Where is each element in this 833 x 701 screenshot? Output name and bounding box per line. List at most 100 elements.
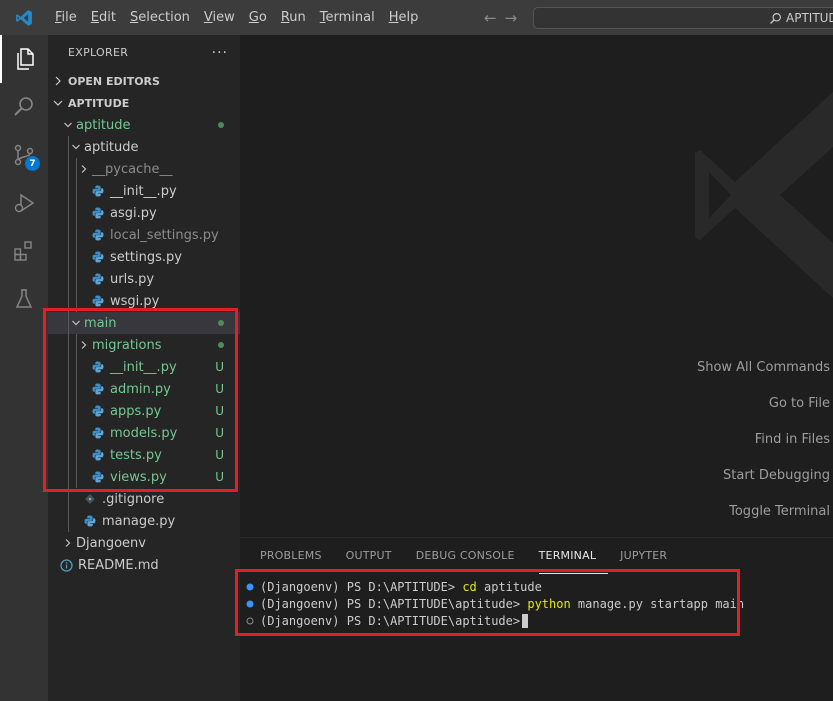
tree-file[interactable]: apps.py U [48, 400, 240, 422]
indent-guide [68, 268, 69, 290]
search-icon[interactable] [0, 83, 48, 131]
tree-folder[interactable]: Djangoenv [48, 532, 240, 554]
menu-view[interactable]: View [197, 0, 242, 35]
git-status-badge: U [215, 360, 224, 374]
terminal-line: (Djangoenv) PS D:\APTITUDE\aptitude> [240, 612, 833, 629]
tree-file[interactable]: urls.py [48, 268, 240, 290]
menu-selection[interactable]: Selection [123, 0, 197, 35]
command-pending-circle-icon[interactable] [240, 617, 260, 625]
shortcut-go-to-file[interactable]: Go to File [697, 396, 830, 432]
chevron-down-icon [68, 136, 84, 158]
tab-jupyter[interactable]: JUPYTER [620, 538, 679, 574]
back-arrow-icon[interactable]: ← [484, 9, 497, 27]
tree-item-label: README.md [78, 557, 159, 573]
tab-debug-console[interactable]: DEBUG CONSOLE [416, 538, 527, 574]
source-control-icon[interactable]: 7 [0, 131, 48, 179]
python-file-icon [84, 510, 102, 532]
info-file-icon [60, 554, 78, 576]
menu-file[interactable]: File [48, 0, 84, 35]
tree-file[interactable]: manage.py [48, 510, 240, 532]
tree-folder[interactable]: migrations [48, 334, 240, 356]
python-file-icon [92, 268, 110, 290]
tree-file[interactable]: settings.py [48, 246, 240, 268]
tree-folder[interactable]: main [48, 312, 240, 334]
indent-guide [68, 466, 69, 488]
indent-guide [76, 224, 77, 246]
bottom-panel: PROBLEMS OUTPUT DEBUG CONSOLE TERMINAL JUPYT… [240, 537, 833, 701]
command-success-dot-icon[interactable] [240, 600, 260, 608]
tree-item-label: local_settings.py [110, 227, 219, 243]
tree-file[interactable]: wsgi.py [48, 290, 240, 312]
modified-dot-icon [218, 342, 224, 348]
shortcut-start-debugging[interactable]: Start Debugging [697, 468, 830, 504]
indent-guide [68, 488, 69, 510]
navigation-arrows: ← → [484, 0, 517, 35]
tree-file[interactable]: models.py U [48, 422, 240, 444]
tree-item-label: Djangoenv [76, 535, 146, 551]
tree-file[interactable]: views.py U [48, 466, 240, 488]
indent-guide [76, 202, 77, 224]
indent-guide [68, 290, 69, 312]
tree-file[interactable]: asgi.py [48, 202, 240, 224]
shortcut-find-in-files[interactable]: Find in Files [697, 432, 830, 468]
tree-file[interactable]: admin.py U [48, 378, 240, 400]
menu-label-rest: o [258, 10, 267, 25]
terminal-cursor [522, 613, 529, 628]
tree-folder[interactable]: __pycache__ [48, 158, 240, 180]
python-file-icon [92, 224, 110, 246]
command-center-text: APTITUDE [786, 11, 833, 25]
tab-terminal[interactable]: TERMINAL [538, 538, 609, 574]
modified-dot-icon [218, 320, 224, 326]
shortcut-toggle-terminal[interactable]: Toggle Terminal [697, 504, 830, 537]
menu-go[interactable]: Go [242, 0, 274, 35]
run-debug-icon[interactable] [0, 179, 48, 227]
git-status-badge: U [215, 470, 224, 484]
indent-guide [76, 180, 77, 202]
tree-file[interactable]: __init__.py U [48, 356, 240, 378]
forward-arrow-icon[interactable]: → [505, 9, 518, 27]
menu-terminal[interactable]: Terminal [313, 0, 382, 35]
indent-guide [68, 356, 69, 378]
menu-label-rest: iew [212, 10, 235, 25]
indent-guide [76, 400, 77, 422]
testing-flask-icon[interactable] [0, 275, 48, 323]
menu-mnemonic: E [90, 10, 99, 25]
explorer-icon[interactable] [0, 35, 48, 83]
open-editors-section[interactable]: OPEN EDITORS [48, 70, 240, 92]
python-file-icon [92, 290, 110, 312]
terminal-env: (Djangoenv) [260, 579, 340, 594]
tree-file[interactable]: tests.py U [48, 444, 240, 466]
tree-file[interactable]: .gitignore [48, 488, 240, 510]
indent-guide [68, 510, 69, 532]
command-center-search[interactable]: APTITUDE [533, 7, 833, 29]
chevron-down-icon [68, 312, 84, 334]
indent-guide [68, 400, 69, 422]
editor-shortcuts: Show All Commands Go to File Find in Files… [697, 360, 830, 537]
tab-output[interactable]: OUTPUT [346, 538, 404, 574]
extensions-icon[interactable] [0, 227, 48, 275]
tab-problems[interactable]: PROBLEMS [260, 538, 334, 574]
terminal[interactable]: (Djangoenv) PS D:\APTITUDE> cd aptitude(… [240, 578, 833, 629]
tree-item-label: aptitude [84, 139, 139, 155]
workspace-label: APTITUDE [68, 96, 130, 110]
menu-run[interactable]: Run [274, 0, 313, 35]
menu-help[interactable]: Help [382, 0, 426, 35]
chevron-right-icon [48, 76, 68, 86]
git-status-badge: U [215, 404, 224, 418]
tree-folder[interactable]: aptitude [48, 136, 240, 158]
python-file-icon [92, 246, 110, 268]
explorer-title: EXPLORER [68, 46, 129, 59]
title-bar: File Edit Selection View Go Run Terminal Help ←… [0, 0, 833, 35]
tree-file[interactable]: README.md [48, 554, 240, 576]
python-file-icon [92, 202, 110, 224]
command-success-dot-icon[interactable] [240, 583, 260, 591]
indent-guide [76, 158, 77, 180]
tree-file[interactable]: local_settings.py [48, 224, 240, 246]
more-actions-icon[interactable]: ··· [212, 45, 228, 61]
workspace-section[interactable]: APTITUDE [48, 92, 240, 114]
python-file-icon [92, 400, 110, 422]
shortcut-show-all-commands[interactable]: Show All Commands [697, 360, 830, 396]
tree-folder[interactable]: aptitude [48, 114, 240, 136]
tree-file[interactable]: __init__.py [48, 180, 240, 202]
menu-edit[interactable]: Edit [84, 0, 123, 35]
